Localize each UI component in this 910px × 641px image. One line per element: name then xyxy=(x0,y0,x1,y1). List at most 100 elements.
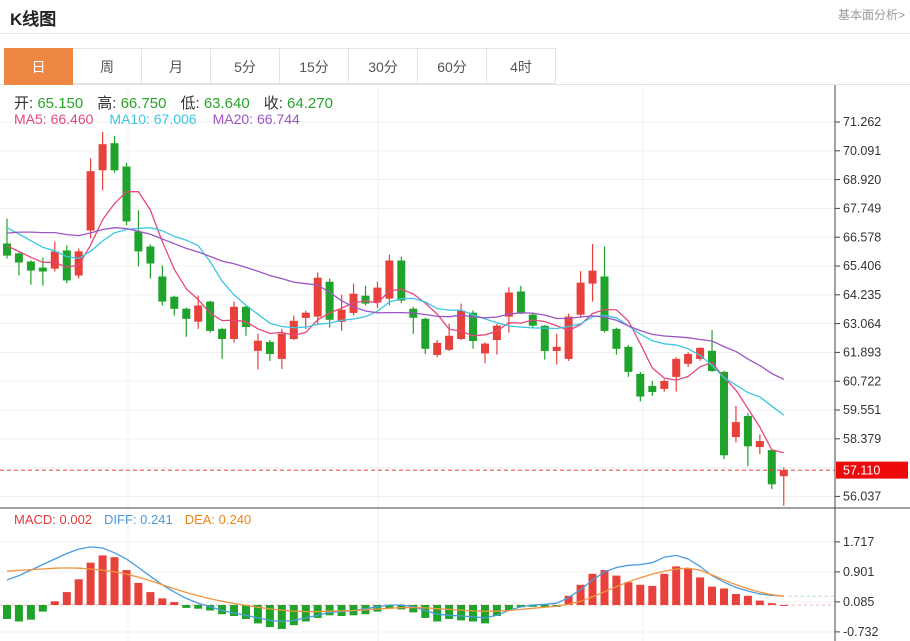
macd-axis-label: 0.901 xyxy=(843,565,874,579)
candle xyxy=(87,171,95,230)
candle xyxy=(39,268,47,272)
candle xyxy=(648,386,656,392)
macd-bar xyxy=(63,592,71,605)
macd-bar xyxy=(170,602,178,605)
macd-bar xyxy=(15,605,23,622)
macd-axis-label: -0.732 xyxy=(843,625,878,639)
candle xyxy=(254,341,262,351)
macd-bar xyxy=(648,586,656,605)
price-axis-label: 70.091 xyxy=(843,144,881,158)
candle xyxy=(684,354,692,364)
tab-4[interactable]: 15分 xyxy=(280,48,349,84)
candle xyxy=(194,306,202,322)
candle xyxy=(541,326,549,351)
ma-legend: MA5: 66.460MA10: 67.006MA20: 66.744 xyxy=(14,111,316,127)
macd-bar xyxy=(27,605,35,620)
candle xyxy=(744,416,752,446)
macd-bar xyxy=(182,605,190,608)
price-axis-label: 66.578 xyxy=(843,230,881,244)
macd-bar xyxy=(51,601,59,605)
price-axis-label: 67.749 xyxy=(843,202,881,216)
legend-label: 高: xyxy=(97,95,120,112)
candle xyxy=(146,247,154,264)
candle xyxy=(266,342,274,354)
candle xyxy=(660,381,668,389)
ma20-line xyxy=(7,228,784,380)
candle xyxy=(3,244,11,256)
candle xyxy=(505,293,513,317)
tab-6[interactable]: 60分 xyxy=(418,48,487,84)
current-price-badge-label: 57.110 xyxy=(843,464,880,478)
macd-bar xyxy=(636,585,644,605)
macd-bar xyxy=(469,605,477,622)
price-axis-label: 59.551 xyxy=(843,403,881,417)
candle xyxy=(720,372,728,455)
macd-bar xyxy=(290,605,298,625)
candle xyxy=(170,297,178,309)
candle xyxy=(218,329,226,339)
tab-7[interactable]: 4时 xyxy=(487,48,556,84)
candle xyxy=(768,450,776,484)
legend-value: 67.006 xyxy=(154,111,197,127)
legend-value: 64.270 xyxy=(287,95,333,112)
price-axis-label: 61.893 xyxy=(843,346,881,360)
macd-bar xyxy=(242,605,250,619)
candle xyxy=(612,329,620,349)
candle xyxy=(314,278,322,317)
macd-bar xyxy=(326,605,334,615)
macd-legend: MACD: 0.002DIFF: 0.241DEA: 0.240 xyxy=(14,512,263,527)
legend-label: DEA: xyxy=(185,512,219,527)
price-axis-label: 68.920 xyxy=(843,173,881,187)
macd-bar xyxy=(696,577,704,605)
macd-bar xyxy=(39,605,47,612)
interval-tabbar: 日周月5分15分30分60分4时 xyxy=(4,48,556,85)
candle xyxy=(601,277,609,331)
legend-label: 低: xyxy=(180,95,203,112)
legend-label: MACD: xyxy=(14,512,60,527)
candle xyxy=(27,262,35,271)
tab-1[interactable]: 周 xyxy=(73,48,142,84)
price-axis-label: 65.406 xyxy=(843,259,881,273)
macd-axis-label: 0.085 xyxy=(843,595,874,609)
legend-label: MA20: xyxy=(213,111,257,127)
macd-bar xyxy=(756,601,764,605)
tab-3[interactable]: 5分 xyxy=(211,48,280,84)
macd-bar xyxy=(75,579,83,605)
candle xyxy=(553,347,561,351)
candle xyxy=(589,271,597,284)
macd-bar xyxy=(457,605,465,620)
candle xyxy=(111,143,119,170)
candle xyxy=(397,261,405,301)
tab-2[interactable]: 月 xyxy=(142,48,211,84)
candle xyxy=(445,336,453,350)
price-axis-label: 60.722 xyxy=(843,374,881,388)
macd-bar xyxy=(732,594,740,605)
macd-bar xyxy=(158,598,166,605)
price-axis-label: 63.064 xyxy=(843,317,881,331)
legend-label: 收: xyxy=(264,95,287,112)
candle xyxy=(182,309,190,319)
macd-bar xyxy=(146,592,154,605)
tab-0-active[interactable]: 日 xyxy=(4,48,73,85)
price-axis-label: 58.379 xyxy=(843,432,881,446)
candle xyxy=(362,296,370,304)
macd-bar xyxy=(624,582,632,605)
candle xyxy=(206,302,214,331)
legend-value: 63.640 xyxy=(204,95,250,112)
legend-value: 66.460 xyxy=(51,111,94,127)
candle xyxy=(517,292,525,313)
macd-bar xyxy=(684,568,692,605)
candle xyxy=(565,317,573,359)
macd-bar xyxy=(134,583,142,605)
tab-5[interactable]: 30分 xyxy=(349,48,418,84)
legend-label: MA5: xyxy=(14,111,51,127)
candle xyxy=(75,251,83,275)
macd-bar xyxy=(744,596,752,605)
macd-bar xyxy=(99,555,107,605)
macd-bar xyxy=(660,574,668,605)
macd-bar xyxy=(3,605,11,619)
legend-value: 65.150 xyxy=(37,95,83,112)
candle xyxy=(756,441,764,447)
price-axis-label: 64.235 xyxy=(843,288,881,302)
candle xyxy=(672,359,680,377)
